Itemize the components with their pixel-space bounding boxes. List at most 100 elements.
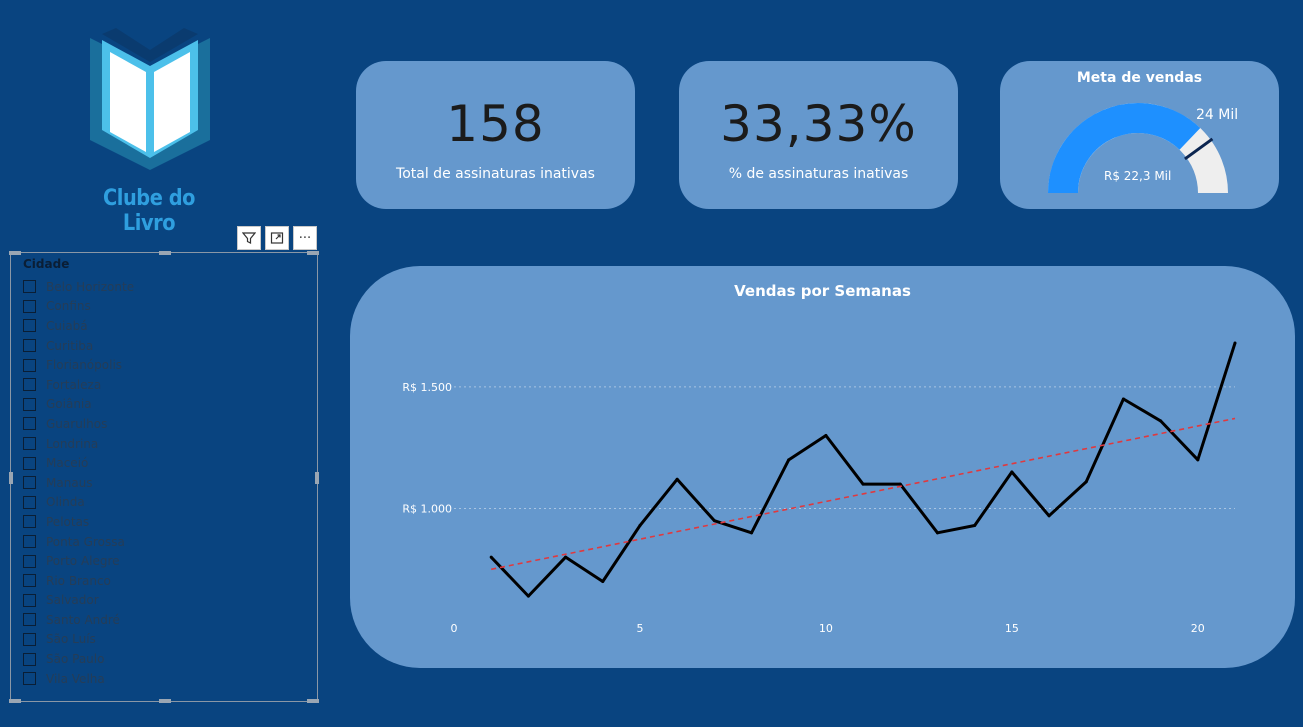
slicer-item[interactable]: Santo André [23,610,134,630]
kpi-label: % de assinaturas inativas [728,166,909,182]
data-point [787,458,791,462]
data-point [638,524,642,528]
focus-mode-icon[interactable] [265,226,289,250]
slicer-item-label: Pelotas [46,514,90,529]
slicer-item[interactable]: Guarulhos [23,414,134,434]
checkbox[interactable] [23,535,36,549]
data-point [750,531,754,535]
resize-handle-top-right[interactable] [307,251,319,255]
x-tick-label: 10 [819,622,833,635]
resize-handle-top-left[interactable] [9,251,21,255]
resize-handle-bottom-right[interactable] [307,699,319,703]
kpi-value: 158 [446,95,545,153]
slicer-item[interactable]: Porto Alegre [23,551,134,571]
checkbox[interactable] [23,319,36,333]
slicer-item[interactable]: Confins [23,297,134,317]
slicer-item-label: Manaus [46,475,93,490]
brand-logo: Clube do Livro [80,28,220,236]
checkbox[interactable] [23,554,36,568]
slicer-item-label: Santo André [46,612,120,627]
resize-handle-bottom[interactable] [159,699,171,703]
data-point [898,482,902,486]
x-tick-label: 20 [1191,622,1205,635]
checkbox[interactable] [23,495,36,509]
slicer-item[interactable]: Salvador [23,591,134,611]
data-point [1196,458,1200,462]
slicer-item[interactable]: Olinda [23,493,134,513]
slicer-item-label: Maceió [46,456,89,471]
data-point [824,434,828,437]
checkbox[interactable] [23,437,36,451]
checkbox[interactable] [23,417,36,431]
slicer-item-label: São Luís [46,632,96,647]
gauge-target-label: 24 Mil [1196,107,1239,123]
slicer-item[interactable]: Rio Branco [23,571,134,591]
data-point [973,524,977,528]
checkbox[interactable] [23,280,36,294]
slicer-item[interactable]: Manaus [23,473,134,493]
slicer-item[interactable]: Belo Horizonte [23,277,134,297]
focus-mode-glyph [270,232,284,244]
slicer-item-label: Ponta Grossa [46,534,125,549]
checkbox[interactable] [23,574,36,588]
slicer-item[interactable]: Fortaleza [23,375,134,395]
checkbox[interactable] [23,613,36,627]
slicer-item-label: Vila Velha [46,671,105,686]
slicer-item[interactable]: Maceió [23,453,134,473]
data-point [675,477,679,481]
weekly-sales-chart-card: Vendas por Semanas R$ 1.000 R$ 1.500 0 5 10 1… [350,266,1295,668]
data-point [935,531,939,535]
checkbox[interactable] [23,378,36,392]
resize-handle-top[interactable] [159,251,171,255]
filter-icon-glyph [242,232,256,244]
sales-line [490,342,1237,598]
checkbox[interactable] [23,339,36,353]
slicer-item-label: Florianópolis [46,358,123,373]
checkbox[interactable] [23,672,36,686]
checkbox[interactable] [23,593,36,607]
slicer-item[interactable]: Curitiba [23,336,134,356]
data-point [564,555,568,559]
gauge-card: Meta de vendas 24 Mil R$ 22,3 Mil [1000,61,1279,209]
resize-handle-right[interactable] [315,472,319,484]
slicer-item[interactable]: Goiânia [23,395,134,415]
slicer-title: Cidade [23,257,70,271]
open-book-icon [90,28,210,170]
checkbox[interactable] [23,652,36,666]
slicer-item[interactable]: Florianópolis [23,355,134,375]
slicer-item-label: Belo Horizonte [46,279,135,294]
data-point [1233,341,1237,345]
resize-handle-left[interactable] [9,472,13,484]
checkbox[interactable] [23,456,36,470]
checkbox[interactable] [23,632,36,646]
slicer-item[interactable]: Londrina [23,434,134,454]
slicer-item[interactable]: Cuiabá [23,316,134,336]
x-tick-label: 5 [636,622,643,635]
slicer-item-label: São Paulo [46,652,105,667]
more-options-icon[interactable]: ··· [293,226,317,250]
slicer-item[interactable]: Ponta Grossa [23,532,134,552]
checkbox[interactable] [23,299,36,313]
y-tick-label: R$ 1.000 [402,503,452,516]
checkbox[interactable] [23,397,36,411]
slicer-item-label: Salvador [46,593,99,608]
resize-handle-bottom-left[interactable] [9,699,21,703]
sales-goal-gauge [1048,103,1228,194]
checkbox[interactable] [23,358,36,372]
slicer-item[interactable]: São Luís [23,630,134,650]
filter-icon[interactable] [237,226,261,250]
slicer-item-label: Confins [46,299,91,314]
slicer-item-label: Curitiba [46,338,94,353]
data-point [1084,480,1088,484]
slicer-item[interactable]: Vila Velha [23,669,134,689]
checkbox[interactable] [23,515,36,529]
checkbox[interactable] [23,476,36,490]
data-point [489,555,493,559]
data-point [1047,514,1051,518]
brand-name: Clube do Livro [102,186,195,236]
data-point [1010,470,1014,474]
city-slicer[interactable]: Cidade Belo Horizonte Confins Cuiabá Curiti… [9,251,319,703]
slicer-item[interactable]: Pelotas [23,512,134,532]
kpi-value: 33,33% [720,95,917,153]
slicer-item[interactable]: São Paulo [23,649,134,669]
